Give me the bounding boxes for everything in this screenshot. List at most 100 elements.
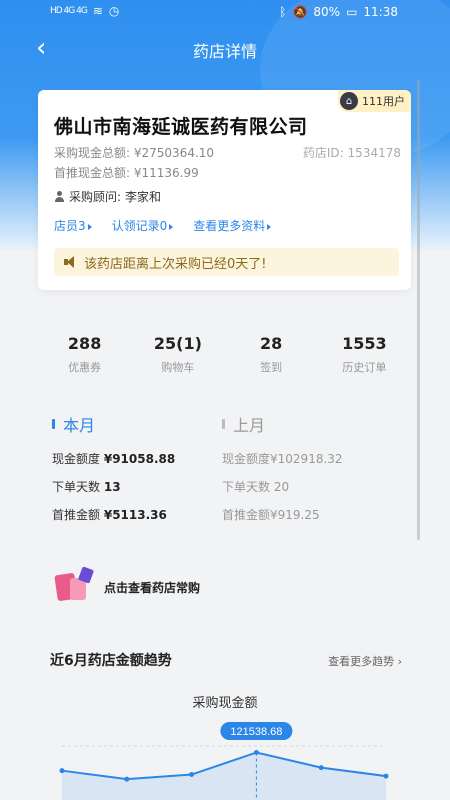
consultant: 采购顾问: 李家和 xyxy=(54,188,161,205)
cash-value: ¥91058.88 xyxy=(103,452,176,466)
last-purchase-notice: 该药店距离上次采购已经0天了! xyxy=(54,248,399,276)
stat-label: 购物车 xyxy=(161,361,195,374)
this-month-first-push: 首推金额 ¥5113.36 xyxy=(52,506,175,523)
data-point[interactable] xyxy=(189,772,195,778)
consultant-label: 采购顾问: xyxy=(69,190,122,204)
stat-value: 1553 xyxy=(342,334,387,353)
first-push-total: 首推现金总额: ¥11136.99 xyxy=(54,166,199,180)
days-label: 下单天数 xyxy=(52,480,101,494)
coupons-stat[interactable]: 288 优惠券 xyxy=(38,320,131,390)
this-month-tab[interactable]: 本月 xyxy=(52,412,175,436)
this-month-column: 本月 现金额度 ¥91058.88 下单天数 13 首推金额 ¥5113.36 xyxy=(52,412,175,534)
more-info-label: 查看更多资料 xyxy=(193,219,266,233)
trend-chart: 121538.68 xyxy=(59,722,389,800)
more-trends-label: 查看更多趋势 xyxy=(328,655,395,668)
store-id-label: 药店ID: xyxy=(302,146,344,160)
status-left: HD 4G 4G ≋ ◷ xyxy=(50,4,119,18)
stat-value: 25(1) xyxy=(153,334,202,353)
more-info-link[interactable]: 查看更多资料 xyxy=(193,217,272,234)
users-count: 111用户 xyxy=(362,95,405,108)
alarm-icon: ◷ xyxy=(108,4,120,18)
highlight-value-label: 121538.68 xyxy=(230,726,282,738)
cash-value: ¥102918.32 xyxy=(270,452,343,466)
triangle-right-icon xyxy=(87,223,92,230)
person-icon xyxy=(54,191,65,202)
claim-records-link[interactable]: 认领记录0 xyxy=(112,217,174,234)
history-orders-stat[interactable]: 1553 历史订单 xyxy=(318,320,411,390)
cart-stat[interactable]: 25(1) 购物车 xyxy=(131,320,224,390)
last-month-tab[interactable]: 上月 xyxy=(222,412,343,436)
status-bar: HD 4G 4G ≋ ◷ ᛒ 🔕 80% ▭ 11:38 xyxy=(0,0,450,26)
scrollbar[interactable] xyxy=(417,80,420,540)
data-point[interactable] xyxy=(383,773,389,779)
battery-icon: ▭ xyxy=(346,5,358,19)
first-push-total-value: ¥11136.99 xyxy=(133,166,199,180)
data-point[interactable] xyxy=(124,776,130,782)
month-comparison: 本月 现金额度 ¥91058.88 下单天数 13 首推金额 ¥5113.36 … xyxy=(38,412,411,542)
first-push-value: ¥5113.36 xyxy=(103,508,167,522)
first-push-total-label: 首推现金总额 xyxy=(54,166,127,180)
this-month-marker xyxy=(52,419,55,429)
more-trends-link[interactable]: 查看更多趋势 › xyxy=(328,653,402,669)
mute-icon: 🔕 xyxy=(292,5,308,19)
store-info-card: ⌂ 111用户 佛山市南海延诚医药有限公司 采购现金总额: ¥2750364.1… xyxy=(38,90,411,290)
first-push-label: 首推金额 xyxy=(222,508,271,522)
days-value: 13 xyxy=(103,480,121,494)
trend-title: 近6月药店金额趋势 xyxy=(50,653,172,669)
bluetooth-icon: ᛒ xyxy=(279,5,287,19)
clock: 11:38 xyxy=(363,5,398,19)
days-label: 下单天数 xyxy=(222,480,271,494)
purchase-total-label: 采购现金总额 xyxy=(54,146,127,160)
cash-label: 现金额度 xyxy=(222,452,271,466)
this-month-days: 下单天数 13 xyxy=(52,478,175,495)
last-month-marker xyxy=(222,419,225,429)
last-month-first-push: 首推金额¥919.25 xyxy=(222,506,343,523)
data-point[interactable] xyxy=(318,765,324,771)
last-month-title: 上月 xyxy=(233,416,266,435)
store-id-value: 1534178 xyxy=(347,146,401,160)
stat-label: 签到 xyxy=(260,361,283,374)
triangle-right-icon xyxy=(169,223,174,230)
days-value: 20 xyxy=(273,480,290,494)
stat-label: 优惠券 xyxy=(68,361,102,374)
page-title: 药店详情 xyxy=(192,42,257,61)
trend-header: 近6月药店金额趋势 查看更多趋势 › xyxy=(50,650,402,670)
cash-label: 现金额度 xyxy=(52,452,101,466)
purchase-total-value: ¥2750364.10 xyxy=(133,146,215,160)
data-point[interactable] xyxy=(59,768,65,774)
last-month-cash: 现金额度¥102918.32 xyxy=(222,450,343,467)
first-push-label: 首推金额 xyxy=(52,508,101,522)
stat-label: 历史订单 xyxy=(342,361,387,374)
store-icon: ⌂ xyxy=(340,92,358,110)
staff-link-label: 店员3 xyxy=(54,219,86,233)
common-purchases-label: 点击查看药店常购 xyxy=(104,580,201,595)
users-tag: ⌂ 111用户 xyxy=(338,90,411,112)
this-month-cash: 现金额度 ¥91058.88 xyxy=(52,450,175,467)
stat-value: 288 xyxy=(67,334,102,353)
this-month-title: 本月 xyxy=(63,416,96,435)
chart-title: 采购现金额 xyxy=(192,696,258,711)
store-links: 店员3 认领记录0 查看更多资料 xyxy=(54,217,272,234)
wifi-icon: ≋ xyxy=(92,4,103,18)
navigation-bar: ‹ 药店详情 xyxy=(0,30,450,70)
company-name: 佛山市南海延诚医药有限公司 xyxy=(54,116,308,138)
last-month-column: 上月 现金额度¥102918.32 下单天数 20 首推金额¥919.25 xyxy=(222,412,343,534)
last-month-days: 下单天数 20 xyxy=(222,478,343,495)
triangle-right-icon xyxy=(267,223,272,230)
consultant-name: 李家和 xyxy=(125,190,162,204)
notice-text: 该药店距离上次采购已经0天了! xyxy=(84,256,267,272)
claim-records-label: 认领记录0 xyxy=(111,219,168,233)
status-right: ᛒ 🔕 80% ▭ 11:38 xyxy=(279,5,398,19)
data-point[interactable] xyxy=(253,750,259,756)
purchase-total: 采购现金总额: ¥2750364.10 xyxy=(54,146,215,160)
first-push-value: ¥919.25 xyxy=(270,508,320,522)
stats-row: 288 优惠券 25(1) 购物车 28 签到 1553 历史订单 xyxy=(38,320,411,390)
staff-link[interactable]: 店员3 xyxy=(54,217,92,234)
network-signal-text: HD 4G 4G xyxy=(50,6,88,16)
stat-value: 28 xyxy=(259,334,283,353)
shopping-bags-icon xyxy=(50,566,98,606)
speaker-icon xyxy=(64,256,78,268)
common-purchases-button[interactable]: 点击查看药店常购 xyxy=(50,566,201,606)
battery-level: 80% xyxy=(313,5,341,19)
checkin-stat[interactable]: 28 签到 xyxy=(225,320,318,390)
